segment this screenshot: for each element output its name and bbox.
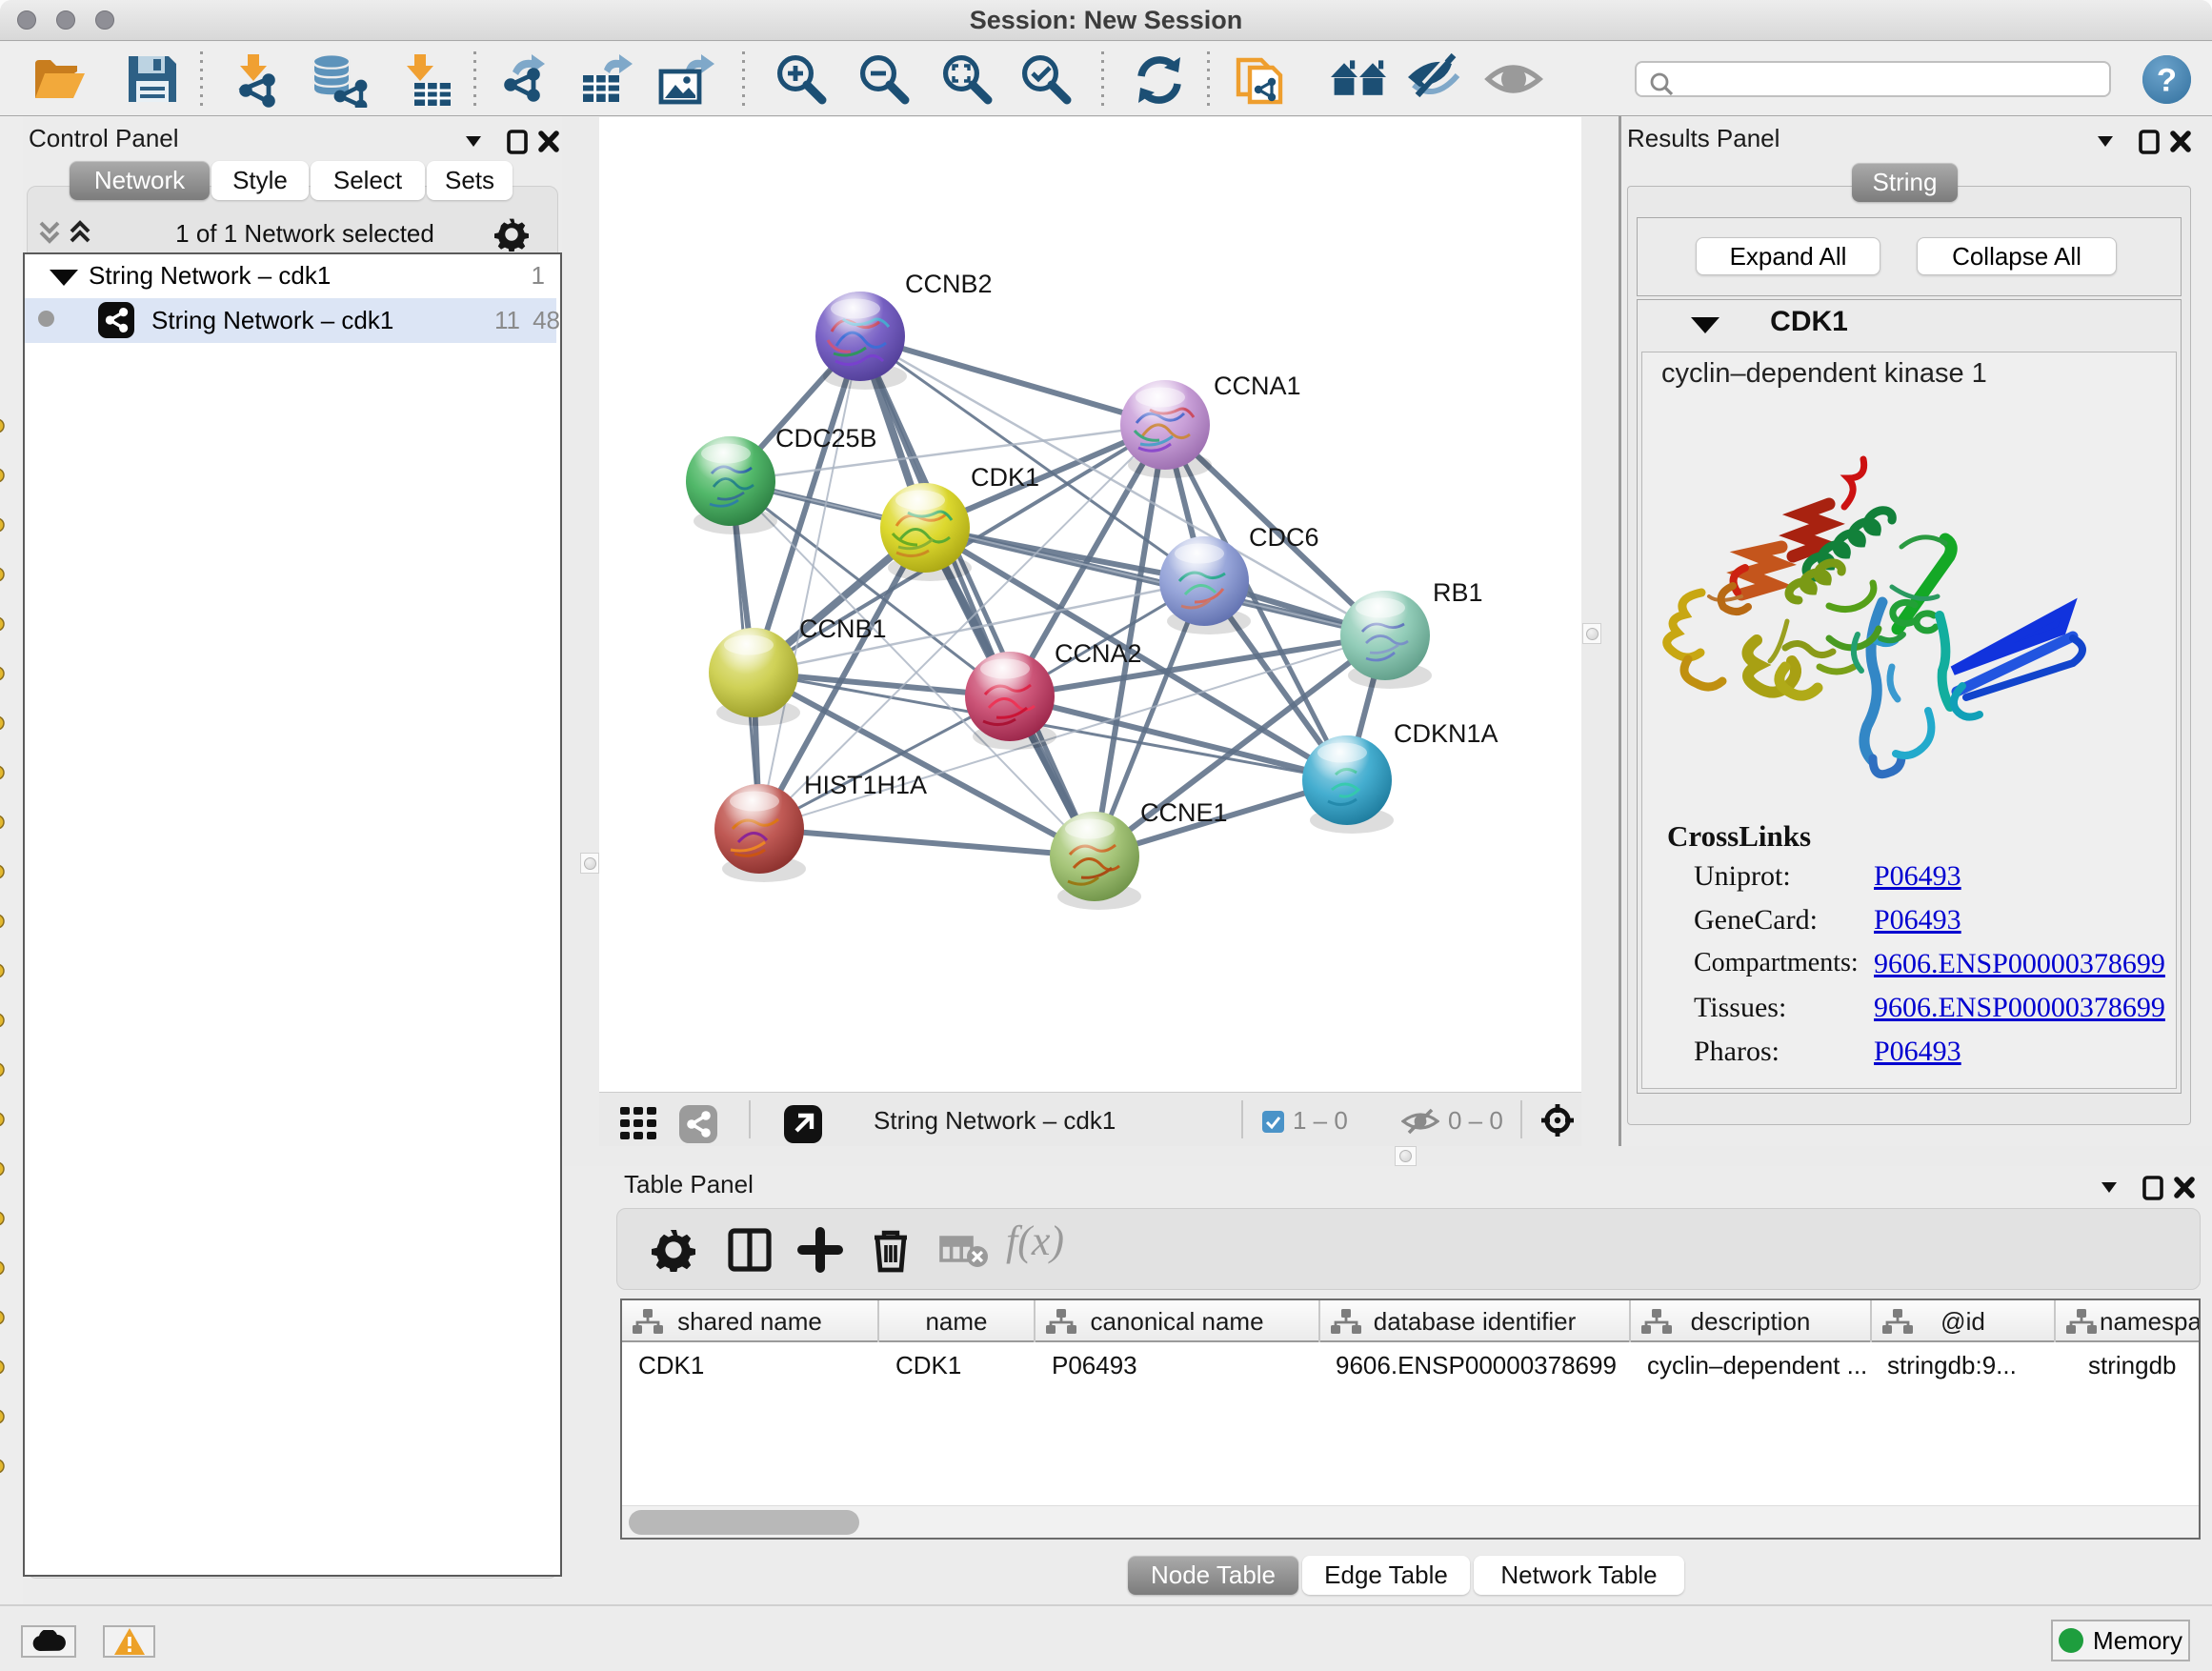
- svg-text:CCNA2: CCNA2: [1055, 639, 1142, 668]
- svg-text:CDC25B: CDC25B: [775, 424, 877, 453]
- svg-text:CCNB2: CCNB2: [905, 270, 993, 298]
- svg-text:?: ?: [2157, 63, 2177, 99]
- svg-text:CDC6: CDC6: [1249, 523, 1319, 552]
- svg-text:HIST1H1A: HIST1H1A: [804, 771, 927, 799]
- svg-text:RB1: RB1: [1433, 578, 1483, 607]
- svg-text:CCNE1: CCNE1: [1140, 798, 1228, 827]
- svg-text:CCNB1: CCNB1: [799, 614, 887, 643]
- svg-text:CCNA1: CCNA1: [1214, 372, 1301, 400]
- svg-text:CDK1: CDK1: [971, 463, 1039, 492]
- svg-text:CDKN1A: CDKN1A: [1394, 719, 1498, 748]
